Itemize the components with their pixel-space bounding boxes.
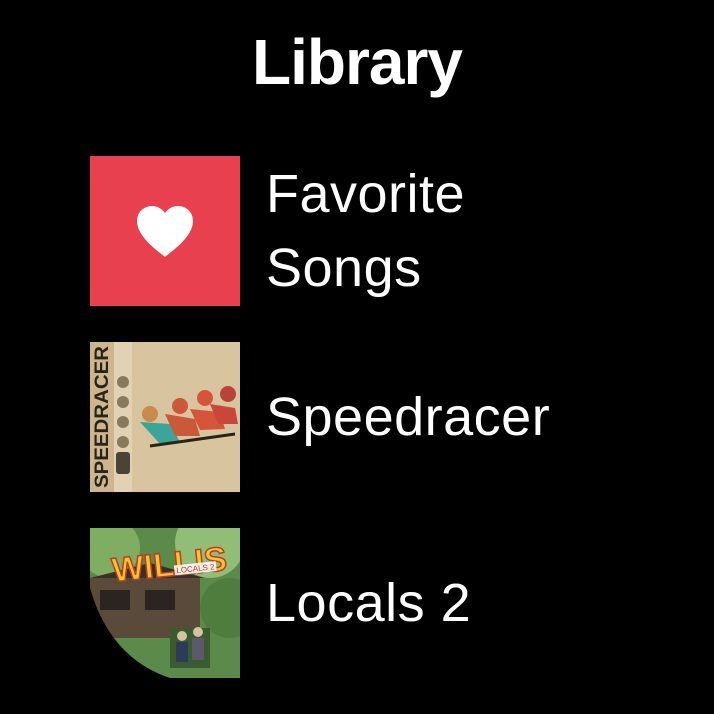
favorites-artwork bbox=[90, 156, 240, 306]
list-item-locals-2[interactable]: WILLIS LOCALS 2 Locals 2 bbox=[90, 528, 690, 678]
library-screen: Library Favorite Songs SPEEDRACER Speedr… bbox=[0, 0, 714, 714]
album-art-locals: WILLIS LOCALS 2 bbox=[90, 528, 240, 678]
album-label: Locals 2 bbox=[266, 573, 472, 633]
playlist-label: Favorite Songs bbox=[266, 164, 466, 298]
album-label: Speedracer bbox=[266, 387, 551, 447]
heart-icon bbox=[137, 206, 193, 257]
album-art-title: SPEEDRACER bbox=[92, 346, 113, 488]
list-item-speedracer[interactable]: SPEEDRACER Speedracer bbox=[90, 342, 690, 492]
album-art-speedracer: SPEEDRACER bbox=[90, 342, 240, 492]
library-list: Favorite Songs SPEEDRACER Speedracer WIL… bbox=[90, 156, 690, 714]
list-item-favorite-songs[interactable]: Favorite Songs bbox=[90, 156, 690, 306]
page-title: Library bbox=[252, 26, 463, 98]
